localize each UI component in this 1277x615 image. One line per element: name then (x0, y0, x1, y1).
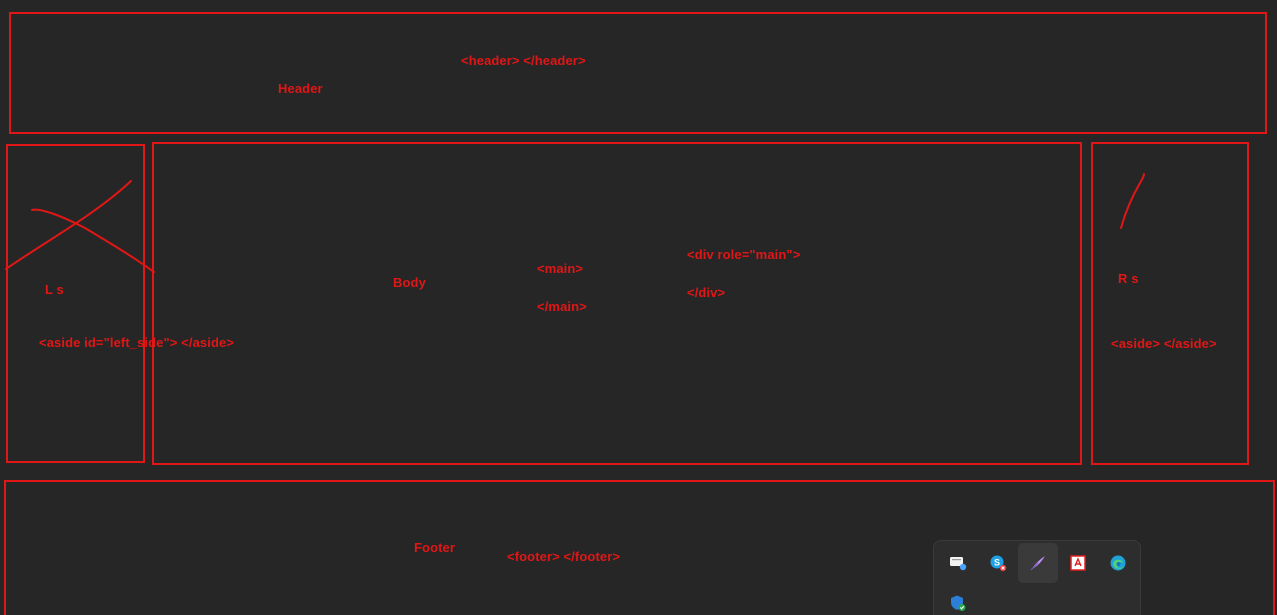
left-side-name-label: L s (45, 282, 64, 297)
quill-icon[interactable] (1018, 543, 1058, 583)
security-shield-icon[interactable] (938, 583, 978, 615)
right-side-tag-label: <aside> </aside> (1111, 336, 1217, 351)
main-close-tag-label: </main> (537, 299, 587, 314)
system-tray-overflow-panel: S (933, 540, 1141, 615)
right-side-name-label: R s (1118, 271, 1139, 286)
body-name-label: Body (393, 275, 426, 290)
left-side-region-box (6, 144, 145, 463)
div-close-tag-label: </div> (687, 285, 726, 300)
edge-icon[interactable] (1098, 543, 1138, 583)
diagram-canvas: <header> </header> Header L s <aside id=… (0, 0, 1277, 615)
div-open-tag-label: <div role="main"> (687, 247, 801, 262)
right-side-region-box (1091, 142, 1249, 465)
pdf-icon[interactable] (1058, 543, 1098, 583)
main-open-tag-label: <main> (537, 261, 584, 276)
body-region-box (152, 142, 1082, 465)
footer-name-label: Footer (414, 540, 456, 555)
footer-tag-label: <footer> </footer> (507, 549, 621, 564)
chat-window-icon[interactable] (938, 543, 978, 583)
skype-icon[interactable]: S (978, 543, 1018, 583)
svg-text:S: S (994, 558, 1000, 568)
header-name-label: Header (278, 81, 323, 96)
header-tag-label: <header> </header> (461, 53, 586, 68)
header-region-box (9, 12, 1267, 134)
